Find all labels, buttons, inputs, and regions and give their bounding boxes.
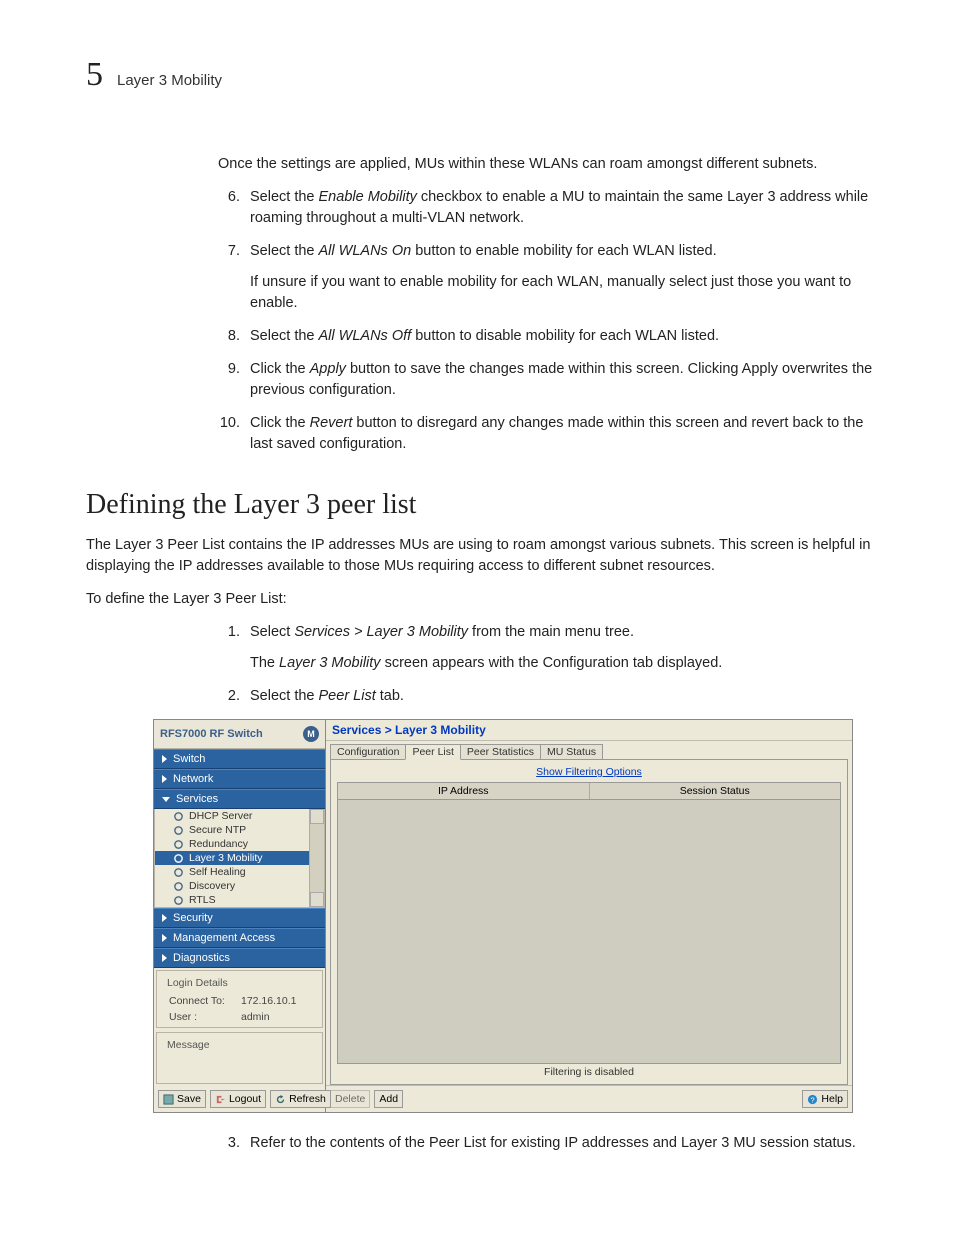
step-number: 3. <box>218 1133 240 1154</box>
tree-node-icon <box>173 881 184 892</box>
tree-node-icon <box>173 895 184 906</box>
nav-management-access[interactable]: Management Access <box>154 928 325 948</box>
step-item: 3. Refer to the contents of the Peer List… <box>218 1133 874 1154</box>
step-item: 10. Click the Revert button to disregard … <box>218 413 874 455</box>
delete-button[interactable]: Delete <box>330 1090 370 1108</box>
peer-list-table: IP AddressSession Status <box>337 782 841 1064</box>
chapter-number: 5 <box>86 56 103 94</box>
step-number: 6. <box>218 187 240 229</box>
sidebar-item-rtls[interactable]: RTLS <box>155 893 324 907</box>
page-header: 5 Layer 3 Mobility <box>86 56 874 94</box>
nav-diagnostics[interactable]: Diagnostics <box>154 948 325 968</box>
tree-node-icon <box>173 825 184 836</box>
sidebar-item-label: Redundancy <box>189 838 248 850</box>
step-number: 2. <box>218 686 240 707</box>
logout-icon <box>215 1094 226 1105</box>
refresh-icon <box>275 1094 286 1105</box>
add-button[interactable]: Add <box>374 1090 403 1108</box>
tab-mu-status[interactable]: MU Status <box>540 744 603 759</box>
app-screenshot: RFS7000 RF Switch M Switch Network Servi… <box>153 719 853 1113</box>
step-text: Select the All WLANs Off button to disab… <box>250 326 874 347</box>
nav-security[interactable]: Security <box>154 908 325 928</box>
tab-configuration[interactable]: Configuration <box>330 744 406 759</box>
step-subtext: The Layer 3 Mobility screen appears with… <box>250 653 874 674</box>
sidebar-item-layer-3-mobility[interactable]: Layer 3 Mobility <box>155 851 324 865</box>
step-text: Select the Peer List tab. <box>250 686 874 707</box>
step-text: Select Services > Layer 3 Mobility from … <box>250 622 874 674</box>
save-icon <box>163 1094 174 1105</box>
intro-paragraph: Once the settings are applied, MUs withi… <box>218 154 874 175</box>
sidebar-item-label: RTLS <box>189 894 216 906</box>
step-item: 1.Select Services > Layer 3 Mobility fro… <box>218 622 874 674</box>
help-button[interactable]: ? Help <box>802 1090 848 1108</box>
sidebar-item-label: Secure NTP <box>189 824 246 836</box>
sidebar-item-dhcp-server[interactable]: DHCP Server <box>155 809 324 823</box>
sidebar-item-label: Self Healing <box>189 866 246 878</box>
section-paragraph-2: To define the Layer 3 Peer List: <box>86 589 874 610</box>
step-number: 8. <box>218 326 240 347</box>
step-text: Click the Apply button to save the chang… <box>250 359 874 401</box>
step-number: 9. <box>218 359 240 401</box>
sidebar-item-secure-ntp[interactable]: Secure NTP <box>155 823 324 837</box>
step-text: Select the Enable Mobility checkbox to e… <box>250 187 874 229</box>
filter-status-note: Filtering is disabled <box>331 1064 847 1084</box>
sidebar-scrollbar[interactable] <box>309 809 324 907</box>
help-icon: ? <box>807 1094 818 1105</box>
tab-peer-list[interactable]: Peer List <box>405 744 460 760</box>
step-text: Refer to the contents of the Peer List f… <box>250 1133 874 1154</box>
step-item: 6.Select the Enable Mobility checkbox to… <box>218 187 874 229</box>
motorola-logo-icon: M <box>303 726 319 742</box>
step-subtext: If unsure if you want to enable mobility… <box>250 272 874 314</box>
tree-node-icon <box>173 839 184 850</box>
tree-node-icon <box>173 853 184 864</box>
tree-node-icon <box>173 811 184 822</box>
breadcrumb: Services > Layer 3 Mobility <box>326 720 852 741</box>
sidebar-item-redundancy[interactable]: Redundancy <box>155 837 324 851</box>
step-item: 7.Select the All WLANs On button to enab… <box>218 241 874 314</box>
sidebar-item-self-healing[interactable]: Self Healing <box>155 865 324 879</box>
sidebar-item-discovery[interactable]: Discovery <box>155 879 324 893</box>
step-number: 10. <box>218 413 240 455</box>
nav-switch[interactable]: Switch <box>154 749 325 769</box>
tab-peer-statistics[interactable]: Peer Statistics <box>460 744 541 759</box>
login-details-panel: Login Details Connect To:172.16.10.1 Use… <box>156 970 323 1028</box>
show-filtering-options-link[interactable]: Show Filtering Options <box>536 766 642 778</box>
brand-bar: RFS7000 RF Switch M <box>154 720 325 749</box>
step-item: 2. Select the Peer List tab. <box>218 686 874 707</box>
logout-button[interactable]: Logout <box>210 1090 266 1108</box>
svg-text:?: ? <box>811 1095 815 1104</box>
section-heading: Defining the Layer 3 peer list <box>86 489 874 521</box>
column-header[interactable]: Session Status <box>590 783 841 799</box>
chapter-title: Layer 3 Mobility <box>117 72 222 89</box>
refresh-button[interactable]: Refresh <box>270 1090 331 1108</box>
step-number: 1. <box>218 622 240 674</box>
save-button[interactable]: Save <box>158 1090 206 1108</box>
message-panel: Message <box>156 1032 323 1084</box>
nav-network[interactable]: Network <box>154 769 325 789</box>
sidebar-item-label: Discovery <box>189 880 235 892</box>
sidebar-item-label: Layer 3 Mobility <box>189 852 263 864</box>
nav-services[interactable]: Services <box>154 789 325 809</box>
column-header[interactable]: IP Address <box>338 783 590 799</box>
step-item: 8. Select the All WLANs Off button to dis… <box>218 326 874 347</box>
section-paragraph-1: The Layer 3 Peer List contains the IP ad… <box>86 535 874 577</box>
step-item: 9.Click the Apply button to save the cha… <box>218 359 874 401</box>
step-text: Click the Revert button to disregard any… <box>250 413 874 455</box>
step-number: 7. <box>218 241 240 314</box>
sidebar-item-label: DHCP Server <box>189 810 252 822</box>
step-text: Select the All WLANs On button to enable… <box>250 241 874 314</box>
tree-node-icon <box>173 867 184 878</box>
